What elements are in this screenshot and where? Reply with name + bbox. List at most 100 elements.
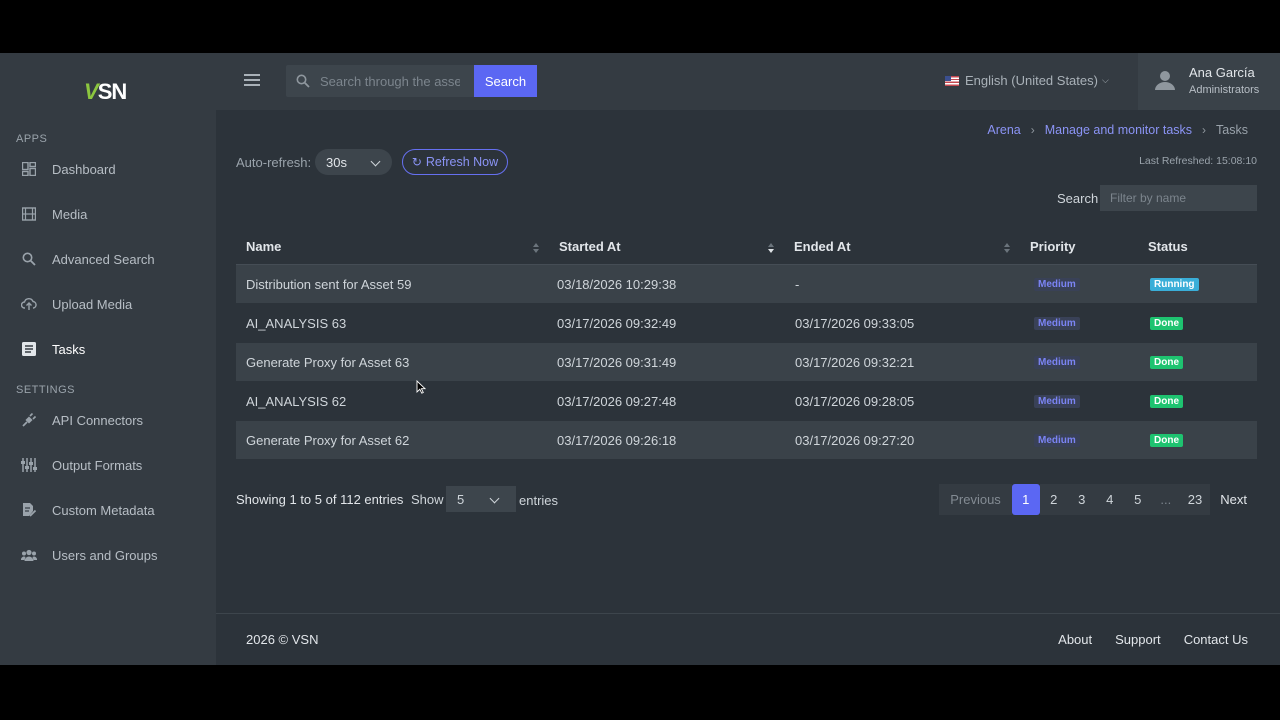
- sort-desc-icon[interactable]: [768, 243, 774, 253]
- settings-section-title: SETTINGS: [16, 384, 76, 396]
- footer-link-contact[interactable]: Contact Us: [1184, 632, 1248, 647]
- us-flag-icon: [945, 75, 959, 86]
- page-size-value: 5: [457, 491, 465, 507]
- task-name: AI_ANALYSIS 62: [246, 394, 347, 409]
- sidebar-item-label: Tasks: [52, 341, 86, 357]
- chevron-down-icon: [489, 493, 500, 504]
- task-ended-at: 03/17/2026 09:28:05: [795, 394, 915, 409]
- apps-section-title: APPS: [16, 133, 48, 145]
- sidebar-item-api-connectors[interactable]: API Connectors: [0, 402, 216, 438]
- task-ended-at: 03/17/2026 09:33:05: [795, 316, 915, 331]
- mouse-pointer-icon: [416, 379, 427, 394]
- avatar: [1154, 69, 1176, 91]
- priority-badge: Medium: [1034, 434, 1080, 447]
- copyright: 2026 © VSN: [246, 632, 319, 647]
- task-started-at: 03/17/2026 09:31:49: [557, 355, 677, 370]
- page-button-last[interactable]: 23: [1179, 484, 1211, 515]
- footer-link-about[interactable]: About: [1058, 632, 1092, 647]
- page-button-4[interactable]: 4: [1095, 484, 1124, 515]
- sidebar-item-output-formats[interactable]: Output Formats: [0, 447, 216, 483]
- column-header-priority: Priority: [1030, 239, 1076, 254]
- tasks-icon: [21, 341, 37, 357]
- search-icon: [21, 251, 37, 267]
- search-input[interactable]: [320, 73, 460, 89]
- priority-badge: Medium: [1034, 395, 1080, 408]
- priority-badge: Medium: [1034, 317, 1080, 330]
- sidebar-item-users-and-groups[interactable]: Users and Groups: [0, 537, 216, 573]
- table-row[interactable]: AI_ANALYSIS 62 03/17/2026 09:27:48 03/17…: [236, 382, 1257, 421]
- sidebar-item-dashboard[interactable]: Dashboard: [0, 151, 216, 187]
- column-header-started-at[interactable]: Started At: [559, 239, 621, 254]
- sidebar-item-advanced-search[interactable]: Advanced Search: [0, 241, 216, 277]
- search-icon: [296, 74, 310, 88]
- chevron-right-icon: ›: [1202, 123, 1207, 137]
- auto-refresh-select[interactable]: 30s: [315, 149, 392, 175]
- auto-refresh-label: Auto-refresh:: [236, 155, 312, 170]
- page-button-3[interactable]: 3: [1067, 484, 1096, 515]
- search-button[interactable]: Search: [474, 65, 537, 97]
- pagination: Previous 1 2 3 4 5 ... 23 Next: [939, 484, 1257, 515]
- task-started-at: 03/18/2026 10:29:38: [557, 277, 677, 292]
- top-header: Search English (United States) ⌵ Ana Gar…: [216, 53, 1280, 110]
- filter-input[interactable]: [1100, 185, 1257, 211]
- sidebar-item-tasks[interactable]: Tasks: [0, 331, 216, 367]
- refresh-now-label: Refresh Now: [425, 155, 499, 169]
- column-header-ended-at[interactable]: Ended At: [794, 239, 851, 254]
- table-row[interactable]: Distribution sent for Asset 59 03/18/202…: [236, 265, 1257, 304]
- status-badge: Done: [1150, 356, 1183, 369]
- chevron-down-icon: [370, 156, 381, 167]
- task-started-at: 03/17/2026 09:32:49: [557, 316, 677, 331]
- show-label: Show: [411, 492, 444, 507]
- status-badge: Running: [1150, 278, 1199, 291]
- page-button-1[interactable]: 1: [1011, 484, 1040, 515]
- sort-icon[interactable]: [1004, 243, 1010, 253]
- app-window: V SN APPS Dashboard Media Advanced Search: [0, 53, 1280, 665]
- last-refreshed: Last Refreshed: 15:08:10: [1139, 155, 1257, 167]
- page-button-5[interactable]: 5: [1123, 484, 1152, 515]
- table-row[interactable]: Generate Proxy for Asset 63 03/17/2026 0…: [236, 343, 1257, 382]
- sidebar-item-upload-media[interactable]: Upload Media: [0, 286, 216, 322]
- dashboard-icon: [21, 161, 37, 177]
- sidebar-item-custom-metadata[interactable]: Custom Metadata: [0, 492, 216, 528]
- page-button-2[interactable]: 2: [1039, 484, 1068, 515]
- menu-toggle-icon[interactable]: [244, 74, 260, 86]
- sidebar: V SN APPS Dashboard Media Advanced Search: [0, 53, 216, 665]
- table-row[interactable]: AI_ANALYSIS 63 03/17/2026 09:32:49 03/17…: [236, 304, 1257, 343]
- page-size-select[interactable]: 5: [446, 486, 516, 512]
- breadcrumb-arena[interactable]: Arena: [987, 123, 1020, 137]
- task-name: Generate Proxy for Asset 63: [246, 355, 410, 370]
- previous-page-button[interactable]: Previous: [939, 484, 1012, 515]
- global-search: [286, 65, 476, 97]
- column-header-name[interactable]: Name: [246, 239, 281, 254]
- refresh-now-button[interactable]: ↻ Refresh Now: [402, 149, 508, 175]
- status-badge: Done: [1150, 395, 1183, 408]
- sidebar-item-label: Users and Groups: [52, 547, 158, 563]
- task-ended-at: 03/17/2026 09:27:20: [795, 433, 915, 448]
- priority-badge: Medium: [1034, 278, 1080, 291]
- table-row[interactable]: Generate Proxy for Asset 62 03/17/2026 0…: [236, 421, 1257, 460]
- sidebar-item-label: Dashboard: [52, 161, 116, 177]
- task-ended-at: -: [795, 277, 800, 292]
- task-ended-at: 03/17/2026 09:32:21: [795, 355, 915, 370]
- footer-link-support[interactable]: Support: [1115, 632, 1161, 647]
- cloud-upload-icon: [21, 296, 37, 312]
- refresh-icon: ↻: [411, 155, 422, 169]
- sidebar-item-label: Custom Metadata: [52, 502, 155, 518]
- entries-info: Showing 1 to 5 of 112 entries: [236, 492, 404, 507]
- footer-links: About Support Contact Us: [1035, 632, 1248, 647]
- entries-label: entries: [519, 493, 559, 508]
- breadcrumb-manage-tasks[interactable]: Manage and monitor tasks: [1045, 123, 1192, 137]
- sort-icon[interactable]: [533, 243, 539, 253]
- status-badge: Done: [1150, 434, 1183, 447]
- sidebar-item-media[interactable]: Media: [0, 196, 216, 232]
- language-selector[interactable]: English (United States) ⌵: [945, 73, 1109, 88]
- filter-label: Search: [1057, 191, 1099, 206]
- task-name: AI_ANALYSIS 63: [246, 316, 347, 331]
- task-name: Generate Proxy for Asset 62: [246, 433, 410, 448]
- plug-icon: [21, 412, 37, 428]
- vsn-logo[interactable]: V SN: [84, 79, 127, 104]
- chevron-right-icon: ›: [1030, 123, 1035, 137]
- user-menu[interactable]: Ana García Administrators: [1138, 53, 1280, 110]
- next-page-button[interactable]: Next: [1210, 484, 1257, 515]
- pagination-ellipsis: ...: [1151, 484, 1180, 515]
